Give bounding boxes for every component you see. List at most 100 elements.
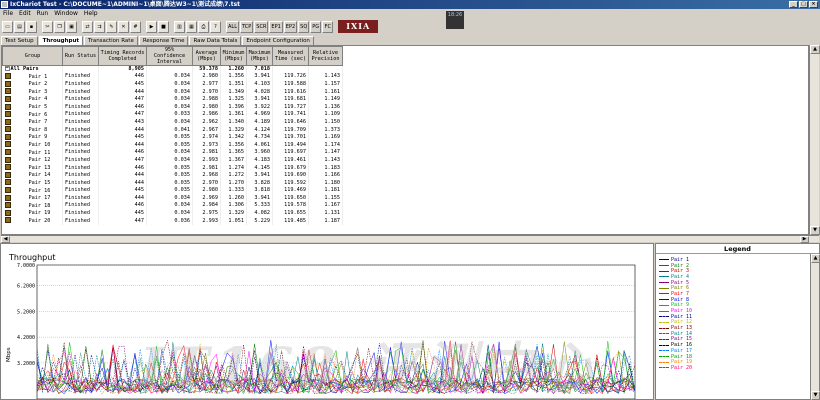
cell-avg: 2.968: [192, 171, 221, 180]
table-row[interactable]: Pair 18 Finished 446 0.034 2.984 1.306 5.333 11…: [2, 202, 343, 210]
paste-icon[interactable]: ▣: [66, 20, 77, 33]
table-row[interactable]: Pair 2 Finished 445 0.034 2.977 1.351 4.103 119…: [2, 80, 343, 89]
scroll-left-icon[interactable]: ◀: [1, 236, 10, 243]
minimize-button[interactable]: _: [789, 1, 798, 8]
col-minimum[interactable]: Minimum (Mbps): [220, 46, 247, 66]
all-pairs-maximum: 7.018: [246, 65, 273, 74]
col-run-status[interactable]: Run Status: [62, 46, 99, 66]
add-multicast-icon[interactable]: ⇉: [94, 20, 105, 33]
help-icon[interactable]: ?: [210, 20, 221, 33]
filter-ep2-button[interactable]: EP2: [283, 20, 298, 33]
col-relative-precision[interactable]: Relative Precision: [308, 46, 343, 66]
pair-name: Pair 3: [28, 88, 48, 95]
legend-swatch: [659, 356, 669, 358]
menu-help[interactable]: Help: [84, 9, 98, 18]
tab-raw-data-totals[interactable]: Raw Data Totals: [189, 36, 242, 45]
col-group[interactable]: Group: [2, 46, 63, 66]
cell-time: 119.646: [272, 118, 309, 127]
legend-swatch: [659, 361, 669, 363]
table-row[interactable]: Pair 8 Finished 444 0.041 2.967 1.329 4.124 119…: [2, 126, 343, 134]
chart-icon[interactable]: ▥: [174, 20, 185, 33]
tab-response-time[interactable]: Response Time: [138, 36, 189, 45]
filter-pg-button[interactable]: PG: [310, 20, 322, 33]
copy-icon[interactable]: ❐: [54, 20, 65, 33]
table-row[interactable]: Pair 20 Finished 447 0.036 2.993 1.051 5.229 11…: [2, 217, 343, 225]
menu-edit[interactable]: Edit: [19, 9, 31, 18]
table-row[interactable]: Pair 3 Finished 444 0.034 2.970 1.349 4.028 119…: [2, 88, 343, 96]
cell-prec: 1.143: [308, 156, 343, 165]
cell-time: 119.679: [272, 164, 309, 172]
menu-file[interactable]: File: [3, 9, 13, 18]
all-pairs-minimum: 1.260: [220, 65, 247, 74]
close-button[interactable]: ×: [809, 1, 818, 8]
tab-throughput[interactable]: Throughput: [38, 36, 84, 45]
menu-window[interactable]: Window: [54, 9, 78, 18]
add-pair-icon[interactable]: ⇄: [82, 20, 93, 33]
tab-endpoint-configuration[interactable]: Endpoint Configuration: [242, 36, 314, 45]
grid-horizontal-scrollbar[interactable]: ◀ ▶: [1, 235, 819, 243]
col-maximum[interactable]: Maximum (Mbps): [246, 46, 273, 66]
tab-test-setup[interactable]: Test Setup: [1, 36, 38, 45]
cell-max: 4.061: [246, 141, 273, 150]
pair-name: Pair 9: [28, 134, 48, 141]
table-row[interactable]: Pair 13 Finished 446 0.035 2.981 1.274 4.145 11…: [2, 164, 343, 172]
table-row[interactable]: Pair 17 Finished 444 0.034 2.969 1.260 3.941 11…: [2, 194, 343, 203]
grid-vertical-scrollbar[interactable]: ▲ ▼: [809, 45, 820, 235]
table-row[interactable]: Pair 14 Finished 444 0.035 2.968 1.272 3.941 11…: [2, 171, 343, 180]
open-file-icon[interactable]: ▤: [14, 20, 25, 33]
table-row-all-pairs[interactable]: − All Pairs 8,905 59.378 1.260 7.018: [2, 65, 343, 74]
table-row[interactable]: Pair 10 Finished 444 0.035 2.973 1.356 4.061 11…: [2, 141, 343, 150]
tab-transaction-rate[interactable]: Transaction Rate: [84, 36, 138, 45]
table-row[interactable]: Pair 4 Finished 447 0.034 2.988 1.325 3.941 119…: [2, 95, 343, 104]
print-icon[interactable]: ⎙: [198, 20, 209, 33]
menu-run[interactable]: Run: [37, 9, 49, 18]
renumber-icon[interactable]: #: [130, 20, 141, 33]
table-row[interactable]: Pair 1 Finished 446 0.034 2.980 1.356 3.941 119…: [2, 73, 343, 81]
cell-avg: 2.988: [192, 95, 221, 104]
filter-all-button[interactable]: ALL: [226, 20, 239, 33]
cell-records: 445: [98, 80, 147, 89]
scroll-down-icon[interactable]: ▼: [810, 226, 820, 235]
col-timing-records[interactable]: Timing Records Completed: [98, 46, 147, 66]
col-confidence-interval[interactable]: 95% Confidence Interval: [146, 46, 193, 66]
table-row[interactable]: Pair 5 Finished 446 0.034 2.980 1.396 3.922 119…: [2, 103, 343, 112]
filter-sq-button[interactable]: SQ: [298, 20, 310, 33]
table-row[interactable]: Pair 19 Finished 445 0.034 2.975 1.329 4.082 11…: [2, 209, 343, 218]
legend-swatch: [659, 367, 669, 369]
save-icon[interactable]: ▪: [26, 20, 37, 33]
cut-icon[interactable]: ✂: [42, 20, 53, 33]
filter-fc-button[interactable]: FC: [322, 20, 334, 33]
delete-icon[interactable]: ✕: [118, 20, 129, 33]
cell-records: 444: [98, 171, 147, 180]
table-row[interactable]: Pair 12 Finished 447 0.034 2.993 1.367 4.183 11…: [2, 156, 343, 165]
table-row[interactable]: Pair 7 Finished 443 0.034 2.962 1.340 4.189 119…: [2, 118, 343, 127]
cell-max: 3.922: [246, 103, 273, 112]
legend-scrollbar[interactable]: ▲ ▼: [810, 254, 820, 400]
stop-icon[interactable]: ■: [158, 20, 169, 33]
cell-ci: 0.034: [146, 156, 193, 165]
cell-avg: 2.962: [192, 118, 221, 127]
maximize-button[interactable]: □: [799, 1, 808, 8]
legend-item[interactable]: Pair 20: [659, 365, 692, 371]
col-average[interactable]: Average (Mbps): [192, 46, 221, 66]
table-row[interactable]: Pair 9 Finished 445 0.035 2.974 1.342 4.734 119…: [2, 133, 343, 142]
filter-scr-button[interactable]: SCR: [254, 20, 269, 33]
table-row[interactable]: Pair 11 Finished 446 0.034 2.981 1.365 3.960 11…: [2, 149, 343, 157]
cell-time: 119.616: [272, 88, 309, 96]
cell-prec: 1.169: [308, 133, 343, 142]
scroll-up-icon[interactable]: ▲: [810, 45, 820, 54]
table-row[interactable]: Pair 6 Finished 447 0.033 2.986 1.361 4.969 119…: [2, 111, 343, 119]
edit-pair-icon[interactable]: ✎: [106, 20, 117, 33]
collapse-icon[interactable]: −: [4, 66, 10, 72]
table-row[interactable]: Pair 16 Finished 445 0.035 2.980 1.333 3.818 11…: [2, 187, 343, 195]
scroll-right-icon[interactable]: ▶: [800, 236, 809, 243]
filter-tcp-button[interactable]: TCP: [240, 20, 254, 33]
grid-icon[interactable]: ▦: [186, 20, 197, 33]
new-file-icon[interactable]: ▭: [2, 20, 13, 33]
table-row[interactable]: Pair 15 Finished 444 0.035 2.970 1.270 3.828 11…: [2, 179, 343, 187]
col-measured-time[interactable]: Measured Time (sec): [272, 46, 309, 66]
filter-ep1-button[interactable]: EP1: [269, 20, 283, 33]
legend-scroll-up-icon[interactable]: ▲: [811, 254, 820, 263]
run-icon[interactable]: ▶: [146, 20, 157, 33]
legend-scroll-down-icon[interactable]: ▼: [811, 391, 820, 400]
